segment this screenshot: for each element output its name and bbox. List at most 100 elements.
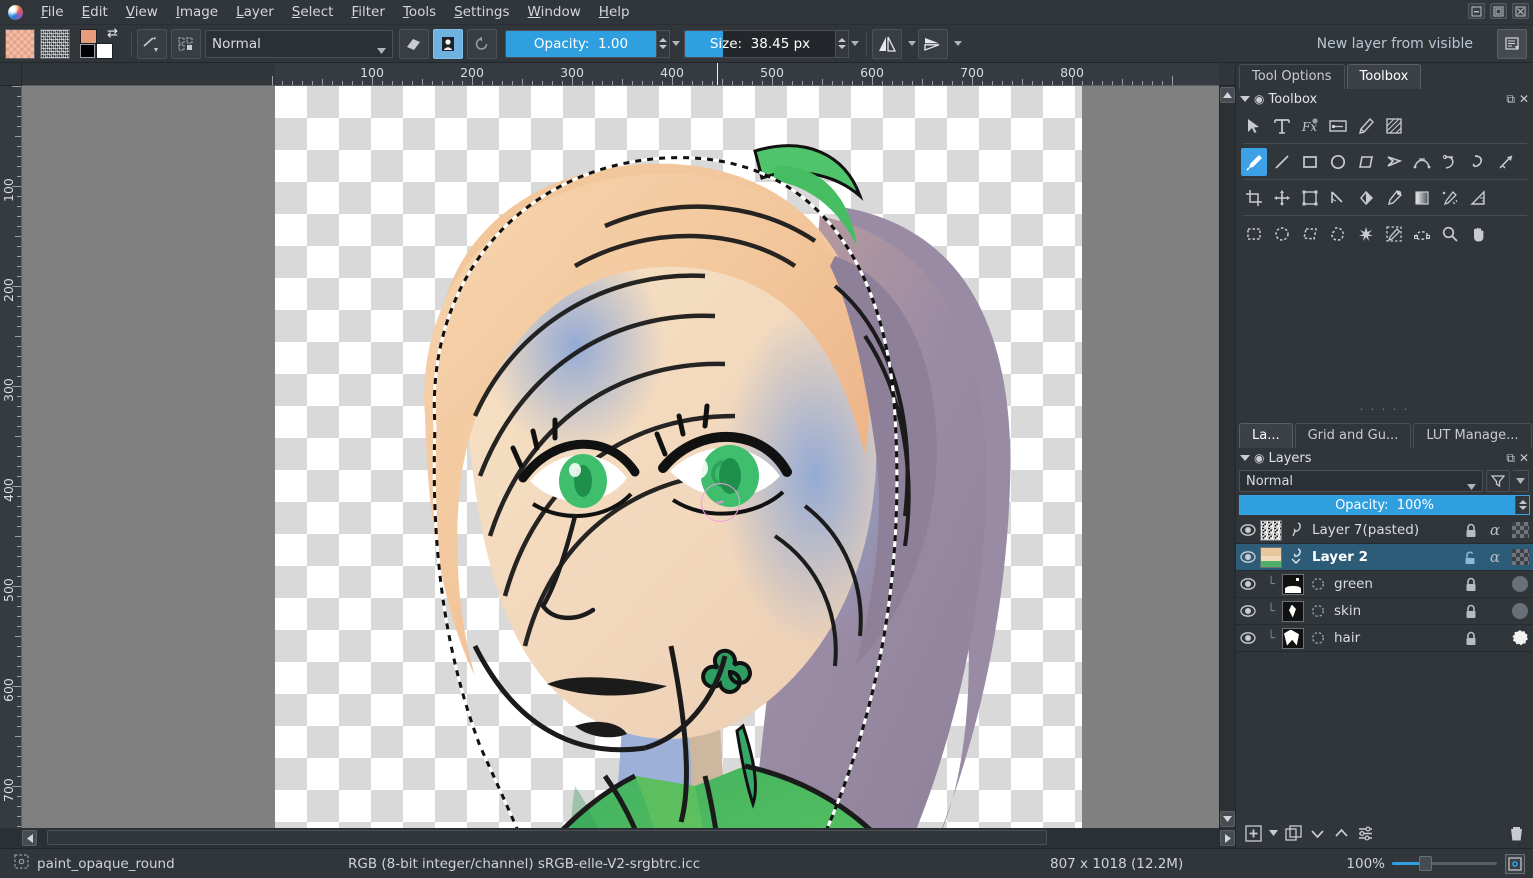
layer-row[interactable]: └hair: [1236, 625, 1533, 652]
layer-visibility-icon[interactable]: [1236, 550, 1260, 564]
rectangular-selection-tool[interactable]: [1241, 220, 1267, 248]
layer-visibility-icon[interactable]: [1236, 604, 1260, 618]
menu-item-layer[interactable]: Layer: [227, 1, 283, 23]
scroll-left-button[interactable]: [22, 830, 37, 846]
lock-open-icon[interactable]: [1459, 550, 1483, 565]
filter-funnel-icon[interactable]: [1486, 470, 1510, 492]
float-docker-icon[interactable]: ⧉: [1506, 92, 1515, 107]
menu-item-image[interactable]: Image: [167, 1, 227, 23]
vertical-scroll-track[interactable]: [1220, 104, 1235, 810]
layer-row[interactable]: └skin: [1236, 598, 1533, 625]
menu-item-window[interactable]: Window: [519, 1, 590, 23]
layer-list[interactable]: Layer 7(pasted)αLayer 2α└green└skin└hair: [1236, 517, 1533, 652]
horizontal-scroll-track[interactable]: [37, 829, 1220, 847]
selection-mode-icon[interactable]: [14, 854, 29, 873]
layer-name[interactable]: Layer 7(pasted): [1307, 522, 1459, 538]
freehand-brush-tool[interactable]: [1241, 148, 1267, 176]
line-tool[interactable]: [1269, 148, 1295, 176]
move-tool[interactable]: [1269, 184, 1295, 212]
edit-shapes-tool[interactable]: [1325, 112, 1351, 140]
checker-icon[interactable]: [1507, 549, 1533, 565]
add-layer-button[interactable]: [1242, 822, 1264, 844]
move-layer-down-button[interactable]: [1306, 822, 1328, 844]
elliptical-selection-tool[interactable]: [1269, 220, 1295, 248]
canvas-vertical-scrollbar[interactable]: [1219, 86, 1235, 828]
add-layer-dropdown[interactable]: [1266, 822, 1280, 844]
layer-name[interactable]: Layer 2: [1307, 549, 1459, 565]
menu-item-tools[interactable]: Tools: [394, 1, 445, 23]
artboard[interactable]: [275, 86, 1082, 828]
crop-tool[interactable]: [1241, 184, 1267, 212]
similar-color-selection-tool[interactable]: [1381, 220, 1407, 248]
close-button[interactable]: [1512, 3, 1529, 19]
zoom-slider[interactable]: [1392, 856, 1497, 872]
opacity-dropdown-icon[interactable]: [670, 41, 682, 46]
ellipse-tool[interactable]: [1325, 148, 1351, 176]
size-slider[interactable]: Size: 38.45 px: [684, 30, 836, 58]
mirror-vertical-icon[interactable]: [918, 29, 948, 59]
layer-opacity-slider[interactable]: Opacity: 100%: [1239, 495, 1530, 515]
menu-item-edit[interactable]: Edit: [73, 1, 117, 23]
brush-editor-icon[interactable]: [137, 29, 167, 59]
polyline-tool[interactable]: [1381, 148, 1407, 176]
duplicate-layer-button[interactable]: [1282, 822, 1304, 844]
ruler-corner[interactable]: [0, 63, 22, 86]
background-color-swatch[interactable]: [96, 43, 113, 59]
horizontal-scroll-thumb[interactable]: [47, 830, 1047, 845]
tab-tool-options[interactable]: Tool Options: [1239, 64, 1345, 89]
layer-row[interactable]: Layer 7(pasted) α: [1236, 517, 1533, 544]
lock-closed-icon[interactable]: [1459, 577, 1483, 592]
minimize-button[interactable]: [1468, 3, 1485, 19]
zoom-tool[interactable]: [1437, 220, 1463, 248]
zoom-slider-knob[interactable]: [1419, 856, 1432, 871]
white-circle-icon[interactable]: [1507, 630, 1533, 646]
opacity-slider-group[interactable]: Opacity: 1.00: [505, 30, 682, 58]
multibrush-tool[interactable]: [1493, 148, 1519, 176]
layer-name[interactable]: hair: [1329, 630, 1459, 646]
foreground-background-colors[interactable]: ⇄: [78, 28, 118, 60]
filter-dropdown-icon[interactable]: [1513, 470, 1529, 492]
measure-tool[interactable]: [1325, 184, 1351, 212]
tab-layers[interactable]: La...: [1239, 423, 1293, 448]
mirror-vertical-dropdown-icon[interactable]: [952, 41, 964, 46]
gray-circle-icon[interactable]: [1507, 576, 1533, 592]
preserve-alpha-icon[interactable]: [433, 29, 463, 59]
assistant-tool[interactable]: [1465, 184, 1491, 212]
size-spinner[interactable]: [836, 30, 849, 58]
polygonal-selection-tool[interactable]: [1297, 220, 1323, 248]
text-tool[interactable]: [1269, 112, 1295, 140]
size-slider-group[interactable]: Size: 38.45 px: [684, 30, 861, 58]
menu-item-help[interactable]: Help: [590, 1, 639, 23]
lock-closed-icon[interactable]: [1459, 523, 1483, 538]
contiguous-selection-tool[interactable]: [1353, 220, 1379, 248]
canvas-horizontal-scrollbar[interactable]: [0, 828, 1235, 848]
menu-item-view[interactable]: View: [117, 1, 167, 23]
mirror-horizontal-icon[interactable]: [872, 29, 902, 59]
mirror-horizontal-dropdown-icon[interactable]: [906, 41, 918, 46]
alpha-lock-icon[interactable]: α: [1483, 548, 1507, 566]
layer-opacity-spinner[interactable]: [1515, 496, 1529, 514]
menu-item-settings[interactable]: Settings: [445, 1, 518, 23]
layer-row[interactable]: Layer 2 α: [1236, 544, 1533, 571]
scroll-up-button[interactable]: [1220, 87, 1235, 103]
layer-blending-mode-select[interactable]: Normal: [1239, 470, 1483, 492]
tab-lut-management[interactable]: LUT Manage...: [1413, 423, 1531, 448]
canvas[interactable]: [22, 86, 1219, 828]
black-color-swatch[interactable]: [80, 44, 95, 58]
delete-layer-button[interactable]: [1505, 822, 1527, 844]
lock-closed-icon[interactable]: [1459, 631, 1483, 646]
pattern-swatch[interactable]: [40, 29, 70, 59]
gradient-swatch[interactable]: [5, 29, 35, 59]
collapse-triangle-icon-2[interactable]: [1240, 455, 1250, 461]
menu-item-file[interactable]: File: [32, 1, 73, 23]
bezier-curve-tool[interactable]: [1409, 148, 1435, 176]
restore-button[interactable]: [1490, 3, 1507, 19]
scroll-right-button[interactable]: [1220, 830, 1235, 846]
pan-tool[interactable]: [1465, 220, 1491, 248]
move-layer-up-button[interactable]: [1330, 822, 1352, 844]
lock-closed-icon[interactable]: [1459, 604, 1483, 619]
float-docker-icon-2[interactable]: ⧉: [1506, 451, 1515, 466]
menu-item-select[interactable]: Select: [283, 1, 343, 23]
select-shapes-tool[interactable]: [1241, 112, 1267, 140]
alpha-lock-icon[interactable]: α: [1483, 521, 1507, 539]
